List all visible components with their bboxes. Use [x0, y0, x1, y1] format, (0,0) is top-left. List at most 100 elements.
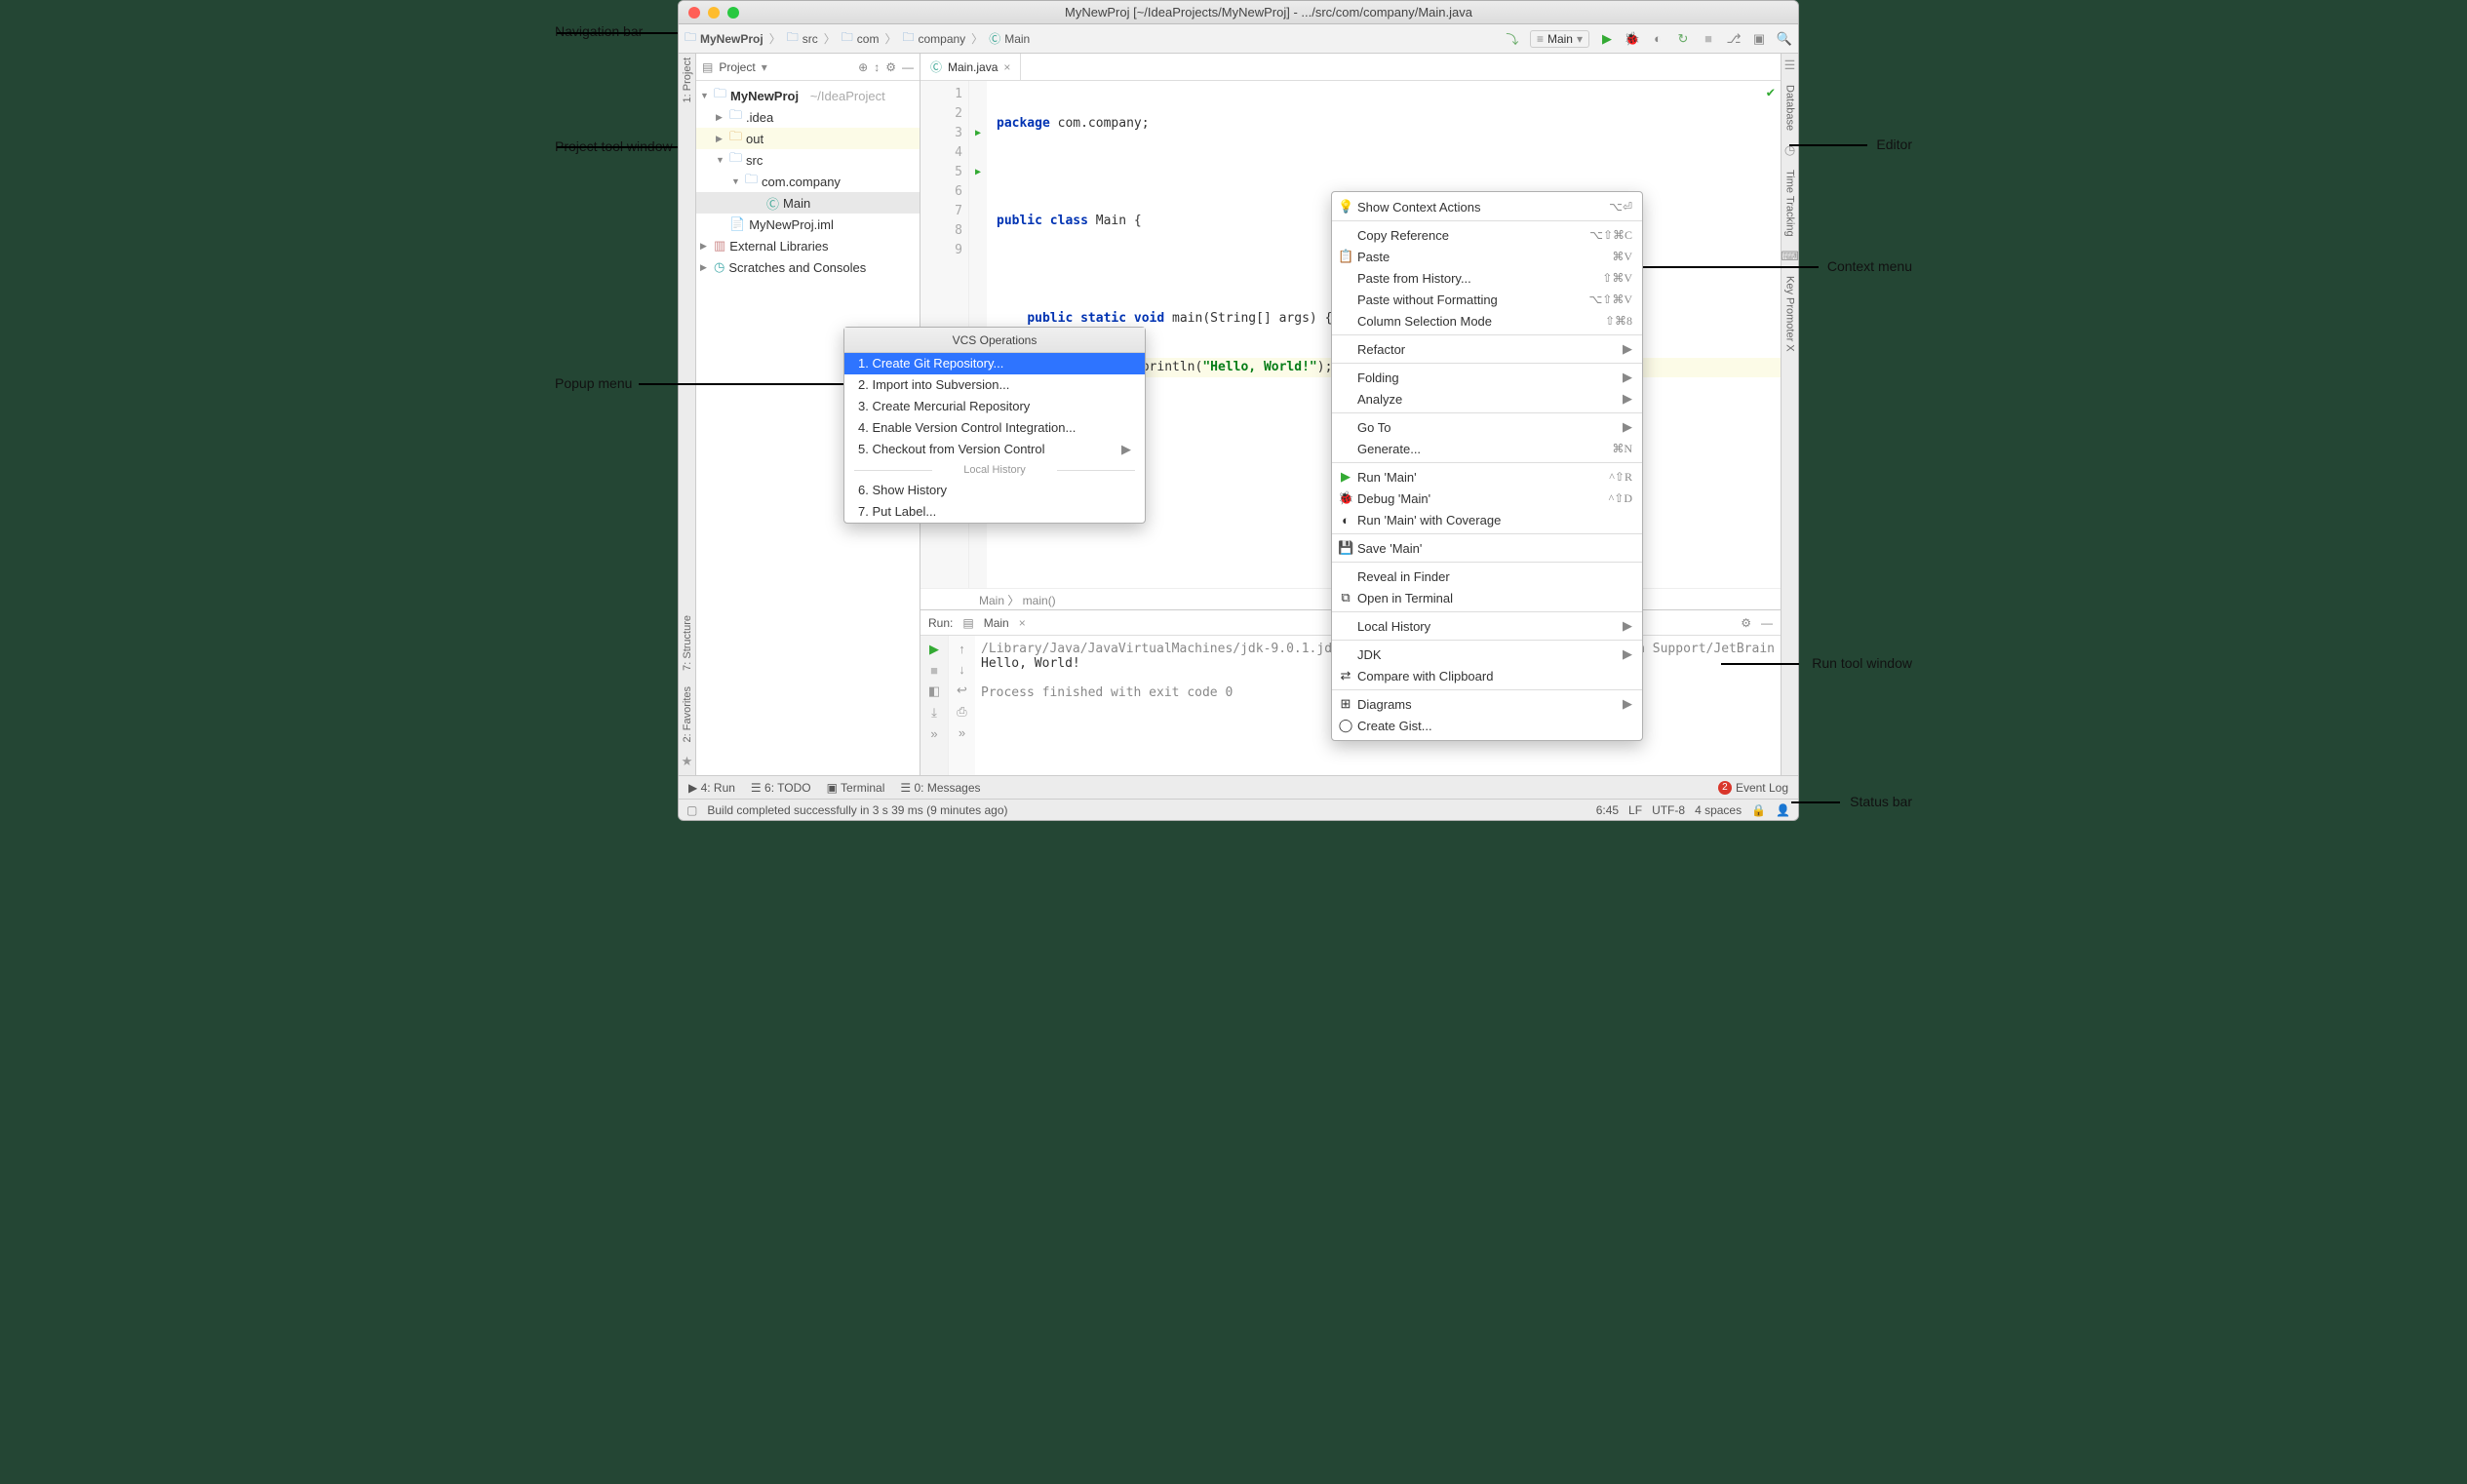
context-menu-item[interactable]: Local History▶ [1332, 615, 1642, 637]
camera-icon[interactable]: ◧ [928, 683, 940, 699]
profile-icon[interactable]: ↻ [1675, 31, 1691, 47]
context-menu-item[interactable]: ◐Run 'Main' with Coverage [1332, 509, 1642, 530]
editor-tabs: Ⓒ Main.java × [920, 54, 1781, 81]
context-menu-item[interactable]: 🐞Debug 'Main'^⇧D [1332, 488, 1642, 509]
folder-icon: 🗀 [787, 28, 799, 49]
vcs-icon[interactable]: ⎇ [1726, 31, 1742, 47]
context-menu-item[interactable]: Generate...⌘N [1332, 438, 1642, 459]
run-config-dropdown[interactable]: ≡ Main ▾ [1530, 30, 1589, 48]
titlebar: MyNewProj [~/IdeaProjects/MyNewProj] - .… [679, 1, 1798, 24]
layout-icon[interactable]: ▣ [1751, 31, 1767, 47]
todo-tab[interactable]: ☰ 6: TODO [751, 781, 811, 795]
callout-label: Context menu [1827, 258, 1912, 274]
caret-position[interactable]: 6:45 [1596, 803, 1619, 817]
context-menu-item[interactable]: Copy Reference⌥⇧⌘C [1332, 224, 1642, 246]
database-tool-button[interactable]: Database [1784, 81, 1796, 135]
context-menu-item[interactable]: Paste without Formatting⌥⇧⌘V [1332, 289, 1642, 310]
indent[interactable]: 4 spaces [1695, 803, 1742, 817]
popup-item[interactable]: 3. Create Mercurial Repository [844, 396, 1145, 417]
lock-icon[interactable]: 🔒 [1751, 803, 1766, 817]
wrap-icon[interactable]: ↩ [957, 683, 967, 698]
project-tool-button[interactable]: 1: Project [682, 54, 693, 106]
callout-label: Run tool window [1812, 655, 1912, 671]
callout-label: Editor [1876, 137, 1912, 152]
exit-icon[interactable]: ⤓ [931, 705, 937, 721]
folder-icon: 🗀 [685, 28, 696, 49]
context-menu-item[interactable]: ◯Create Gist... [1332, 715, 1642, 736]
context-menu-item[interactable]: Refactor▶ [1332, 338, 1642, 360]
context-menu-item[interactable]: Paste from History...⇧⌘V [1332, 267, 1642, 289]
close-icon[interactable]: × [1003, 60, 1010, 74]
coverage-icon[interactable]: ◐ [1650, 31, 1665, 47]
run-tab[interactable]: ▶ 4: Run [688, 781, 735, 795]
encoding[interactable]: UTF-8 [1652, 803, 1685, 817]
editor-context-menu: 💡Show Context Actions⌥⏎ Copy Reference⌥⇧⌘… [1331, 191, 1643, 741]
context-menu-item[interactable]: ▶Run 'Main'^⇧R [1332, 466, 1642, 488]
messages-tab[interactable]: ☰ 0: Messages [900, 781, 980, 795]
left-tool-strip: 1: Project 7: Structure 2: Favorites ★ [679, 54, 696, 775]
up-icon[interactable]: ↑ [959, 642, 965, 656]
run-icon[interactable]: ▶ [1599, 31, 1615, 47]
search-icon[interactable]: 🔍 [1777, 31, 1792, 47]
run-toolbar: ▶ ■ ◧ ⤓ » [920, 636, 948, 775]
popup-item[interactable]: 4. Enable Version Control Integration... [844, 417, 1145, 439]
gear-icon[interactable]: ⚙ [1741, 616, 1751, 630]
key-promoter-tool-button[interactable]: Key Promoter X [1784, 272, 1796, 356]
gear-icon[interactable]: ⚙ [885, 60, 896, 74]
structure-tool-button[interactable]: 7: Structure [682, 611, 693, 675]
line-ending[interactable]: LF [1628, 803, 1642, 817]
callout-label: Popup menu [555, 375, 632, 391]
down-icon[interactable]: ↓ [959, 662, 965, 677]
popup-item[interactable]: 5. Checkout from Version Control▶ [844, 439, 1145, 460]
close-icon[interactable]: × [1019, 616, 1026, 630]
context-menu-item[interactable]: ⇄Compare with Clipboard [1332, 665, 1642, 686]
minimize-window-button[interactable] [708, 7, 720, 19]
status-message: Build completed successfully in 3 s 39 m… [707, 803, 1007, 817]
bottom-tool-tabs: ▶ 4: Run ☰ 6: TODO ▣ Terminal ☰ 0: Messa… [679, 775, 1798, 799]
stop-icon[interactable]: ■ [930, 663, 938, 678]
inspection-ok-icon: ✔ [1767, 85, 1775, 100]
run-toolbar-2: ↑ ↓ ↩ ⎙ » [948, 636, 975, 775]
context-menu-item[interactable]: Reveal in Finder [1332, 566, 1642, 587]
hat-icon[interactable]: 👤 [1776, 803, 1790, 817]
context-menu-item[interactable]: ⧉Open in Terminal [1332, 587, 1642, 608]
editor-tab[interactable]: Ⓒ Main.java × [920, 54, 1021, 80]
debug-icon[interactable]: 🐞 [1625, 31, 1640, 47]
popup-item[interactable]: 1. Create Git Repository... [844, 353, 1145, 374]
hide-icon[interactable]: — [902, 60, 914, 74]
context-menu-item[interactable]: Column Selection Mode⇧⌘8 [1332, 310, 1642, 332]
folder-icon: 🗀 [902, 28, 914, 49]
event-log-button[interactable]: 2 Event Log [1718, 781, 1788, 795]
build-icon[interactable]: ⤵ [1505, 31, 1520, 47]
favorites-tool-button[interactable]: 2: Favorites [682, 683, 693, 746]
class-icon: Ⓒ [930, 59, 942, 75]
close-window-button[interactable] [688, 7, 700, 19]
rerun-icon[interactable]: ▶ [929, 642, 939, 657]
zoom-window-button[interactable] [727, 7, 739, 19]
context-menu-item[interactable]: Analyze▶ [1332, 388, 1642, 410]
popup-item[interactable]: 6. Show History [844, 480, 1145, 501]
context-menu-item[interactable]: 💡Show Context Actions⌥⏎ [1332, 196, 1642, 217]
print-icon[interactable]: ⎙ [957, 704, 966, 720]
hide-icon[interactable]: — [1761, 616, 1773, 630]
popup-item[interactable]: 7. Put Label... [844, 501, 1145, 523]
breadcrumb[interactable]: 🗀 MyNewProj 🗀 src 🗀 com 🗀 company Ⓒ Main [685, 28, 1030, 49]
stop-icon[interactable]: ■ [1701, 31, 1716, 47]
folder-icon: 🗀 [842, 28, 853, 49]
status-icon[interactable]: ▢ [686, 803, 697, 817]
class-icon: Ⓒ [989, 30, 1000, 47]
context-menu-item[interactable]: ⊞Diagrams▶ [1332, 693, 1642, 715]
callout-label: Status bar [1850, 794, 1912, 809]
context-menu-item[interactable]: 💾Save 'Main' [1332, 537, 1642, 559]
navigation-bar: 🗀 MyNewProj 🗀 src 🗀 com 🗀 company Ⓒ Main… [679, 24, 1798, 54]
popup-item[interactable]: 2. Import into Subversion... [844, 374, 1145, 396]
locate-icon[interactable]: ⊕ [858, 60, 868, 74]
context-menu-item[interactable]: Go To▶ [1332, 416, 1642, 438]
time-tracking-tool-button[interactable]: Time Tracking [1784, 166, 1796, 241]
context-menu-item[interactable]: JDK▶ [1332, 644, 1642, 665]
context-menu-item[interactable]: 📋Paste⌘V [1332, 246, 1642, 267]
right-tool-strip: ☰ Database ◷ Time Tracking ⌨ Key Promote… [1781, 54, 1798, 775]
context-menu-item[interactable]: Folding▶ [1332, 367, 1642, 388]
terminal-tab[interactable]: ▣ Terminal [827, 781, 885, 795]
expand-icon[interactable]: ↕ [874, 60, 880, 74]
